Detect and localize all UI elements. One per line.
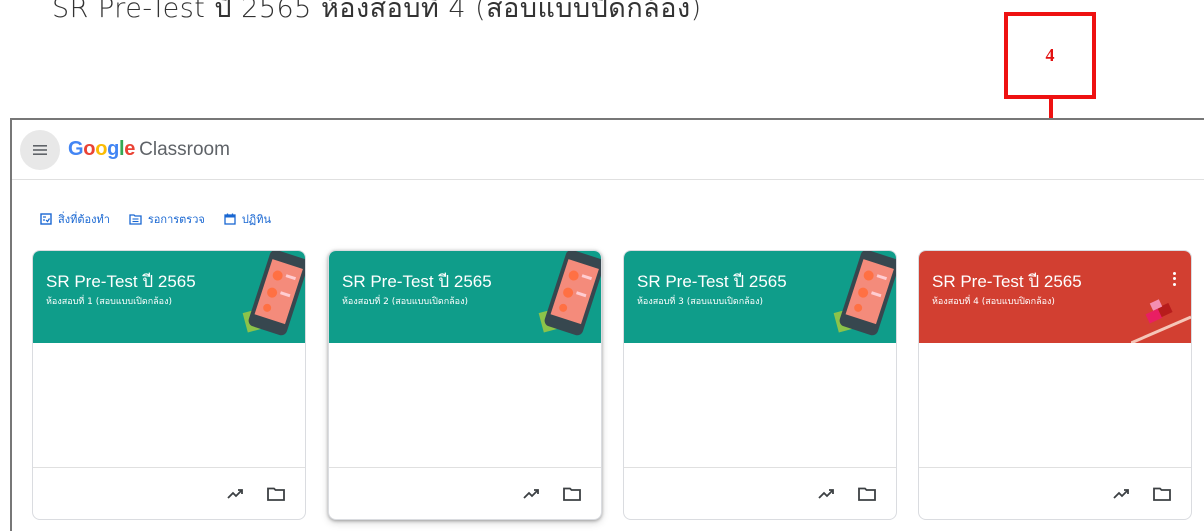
hamburger-menu-icon xyxy=(33,144,47,155)
top-app-bar: Google Classroom xyxy=(12,120,1204,180)
class-card-header: SR Pre-Test ปี 2565 ห้องสอบที่ 4 (สอบแบบ… xyxy=(919,251,1191,343)
main-menu-button[interactable] xyxy=(20,129,60,170)
class-card-body xyxy=(919,343,1191,467)
folder-icon xyxy=(858,487,876,501)
drive-folder-button[interactable] xyxy=(265,483,287,505)
folder-icon xyxy=(1153,487,1171,501)
phone-illustration-icon xyxy=(538,251,601,336)
trending-up-icon xyxy=(818,488,834,499)
folder-icon xyxy=(563,487,581,501)
google-letter: G xyxy=(68,138,84,160)
kebab-dot xyxy=(1172,272,1176,276)
class-card-body xyxy=(624,343,896,467)
google-wordmark: Google xyxy=(68,138,135,161)
class-card-footer xyxy=(33,467,305,519)
class-card-1[interactable]: SR Pre-Test ปี 2565 ห้องสอบที่ 1 (สอบแบบ… xyxy=(32,250,306,520)
class-title[interactable]: SR Pre-Test ปี 2565 xyxy=(342,268,492,295)
todo-label: สิ่งที่ต้องทำ xyxy=(58,214,110,226)
callout-label: 4 xyxy=(1045,45,1055,65)
ribbon-illustration-icon xyxy=(1131,299,1191,343)
document-heading: SR Pre-Test ปี 2565 ห้องสอบที่ 4 (สอบแบบ… xyxy=(52,0,702,24)
class-card-header: SR Pre-Test ปี 2565 ห้องสอบที่ 1 (สอบแบบ… xyxy=(33,251,305,343)
todo-link[interactable]: สิ่งที่ต้องทำ xyxy=(40,210,110,228)
class-card-body xyxy=(329,343,601,467)
classroom-screenshot: Google Classroom สิ่งที่ต้องทำ รอการตรวจ xyxy=(10,118,1204,531)
to-review-label: รอการตรวจ xyxy=(147,214,205,226)
class-card-3[interactable]: SR Pre-Test ปี 2565 ห้องสอบที่ 3 (สอบแบบ… xyxy=(623,250,897,520)
class-section: ห้องสอบที่ 2 (สอบแบบเปิดกล้อง) xyxy=(342,297,468,307)
to-review-icon xyxy=(129,213,142,225)
google-classroom-logo[interactable]: Google Classroom xyxy=(68,138,230,161)
class-card-footer xyxy=(329,467,601,519)
gradebook-button[interactable] xyxy=(225,483,247,505)
phone-illustration-icon xyxy=(833,251,896,336)
class-card-body xyxy=(33,343,305,467)
phone-illustration-icon xyxy=(242,251,305,336)
class-title[interactable]: SR Pre-Test ปี 2565 xyxy=(932,268,1082,295)
calendar-label: ปฏิทิน xyxy=(241,214,271,226)
trending-up-icon xyxy=(523,488,539,499)
to-review-link[interactable]: รอการตรวจ xyxy=(129,210,205,228)
class-card-header: SR Pre-Test ปี 2565 ห้องสอบที่ 2 (สอบแบบ… xyxy=(329,251,601,343)
drive-folder-button[interactable] xyxy=(1151,483,1173,505)
google-letter: e xyxy=(124,138,136,160)
kebab-dot xyxy=(1172,282,1176,286)
class-card-footer xyxy=(919,467,1191,519)
drive-folder-button[interactable] xyxy=(561,483,583,505)
class-section: ห้องสอบที่ 4 (สอบแบบปิดกล้อง) xyxy=(932,297,1055,307)
callout-box: 4 xyxy=(1004,12,1096,99)
trending-up-icon xyxy=(227,488,243,499)
drive-folder-button[interactable] xyxy=(856,483,878,505)
folder-icon xyxy=(267,487,285,501)
class-options-button[interactable] xyxy=(1167,268,1181,290)
kebab-dot xyxy=(1172,277,1176,281)
google-letter: g xyxy=(107,138,120,160)
class-card-header: SR Pre-Test ปี 2565 ห้องสอบที่ 3 (สอบแบบ… xyxy=(624,251,896,343)
class-card-2[interactable]: SR Pre-Test ปี 2565 ห้องสอบที่ 2 (สอบแบบ… xyxy=(328,250,602,520)
calendar-icon xyxy=(224,213,236,225)
google-letter: o xyxy=(83,138,96,160)
class-title[interactable]: SR Pre-Test ปี 2565 xyxy=(637,268,787,295)
class-card-4[interactable]: SR Pre-Test ปี 2565 ห้องสอบที่ 4 (สอบแบบ… xyxy=(918,250,1192,520)
gradebook-button[interactable] xyxy=(1111,483,1133,505)
todo-icon xyxy=(40,213,52,225)
class-card-footer xyxy=(624,467,896,519)
gradebook-button[interactable] xyxy=(816,483,838,505)
trending-up-icon xyxy=(1113,488,1129,499)
google-letter: o xyxy=(95,138,108,160)
class-section: ห้องสอบที่ 1 (สอบแบบเปิดกล้อง) xyxy=(46,297,172,307)
gradebook-button[interactable] xyxy=(521,483,543,505)
classroom-wordmark: Classroom xyxy=(139,139,230,160)
class-title[interactable]: SR Pre-Test ปี 2565 xyxy=(46,268,196,295)
calendar-link[interactable]: ปฏิทิน xyxy=(224,210,271,228)
quick-actions-bar: สิ่งที่ต้องทำ รอการตรวจ ปฏิทิน xyxy=(12,210,1204,228)
class-section: ห้องสอบที่ 3 (สอบแบบเปิดกล้อง) xyxy=(637,297,763,307)
